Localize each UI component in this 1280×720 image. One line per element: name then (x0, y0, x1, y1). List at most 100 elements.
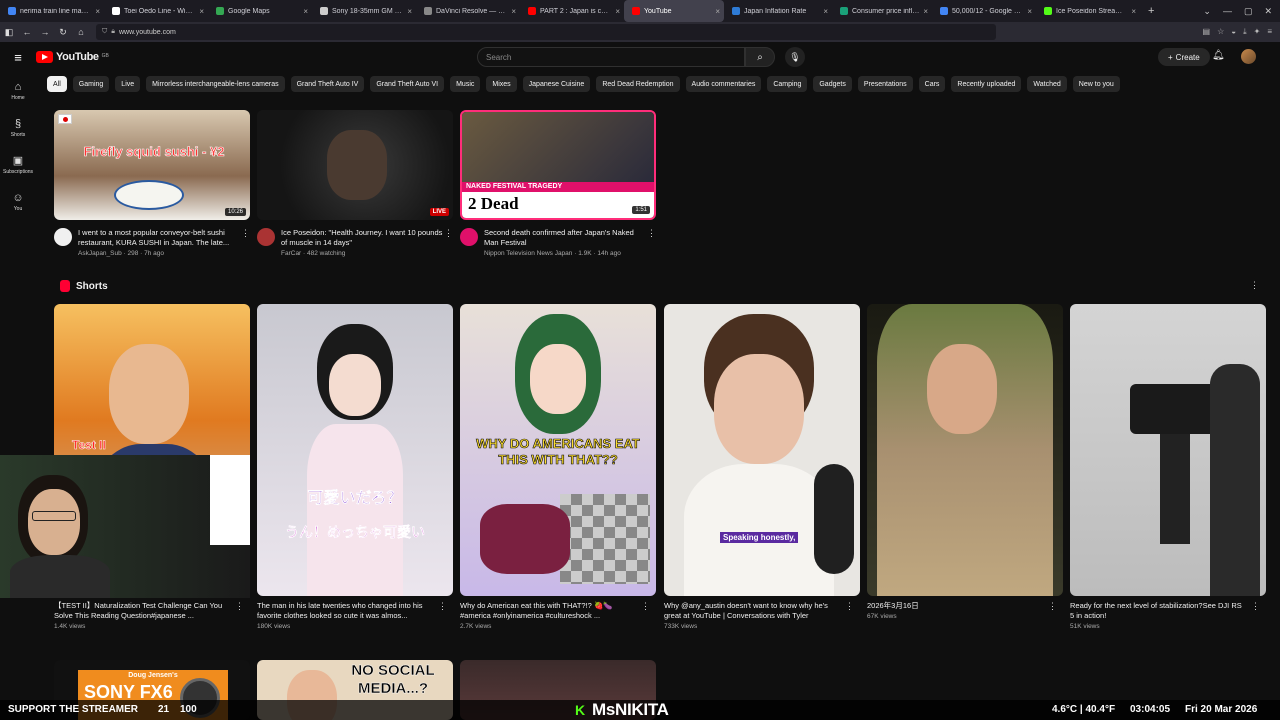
voice-search-button[interactable]: 🎙︎ (785, 47, 805, 67)
browser-tab[interactable]: Sony 18-35mm GM Lens - G × (312, 0, 416, 22)
short-thumbnail[interactable]: Speaking honestly, (664, 304, 860, 596)
shorts-more-icon[interactable]: ⋮ (1250, 280, 1259, 291)
channel-name[interactable]: Nippon Television News Japan (484, 250, 572, 257)
menu-icon[interactable]: ≡ (1267, 27, 1272, 37)
account-avatar[interactable] (1241, 49, 1256, 64)
pocket-icon[interactable]: ◒ (1231, 27, 1236, 37)
filter-chip[interactable]: Presentations (857, 76, 913, 92)
filter-chip[interactable]: Music (450, 76, 481, 92)
filter-chip[interactable]: Grand Theft Auto IV (290, 76, 365, 92)
download-icon[interactable]: ⤓ (1243, 27, 1247, 37)
more-options-icon[interactable]: ⋮ (438, 601, 447, 612)
forward-icon[interactable]: → (36, 27, 54, 37)
browser-tab[interactable]: Japan Inflation Rate × (724, 0, 832, 22)
filter-chip[interactable]: Red Dead Redemption (596, 76, 680, 92)
tab-close-icon[interactable]: × (1027, 7, 1032, 16)
sidebar-item-home[interactable]: ⌂ Home (0, 72, 36, 109)
short-title[interactable]: Why do American eat this with THAT?!? 🍓🍆… (460, 601, 632, 621)
window-control-icon[interactable]: ✕ (1264, 6, 1272, 17)
tab-close-icon[interactable]: × (407, 7, 412, 16)
video-thumbnail[interactable]: LIVE (257, 110, 453, 220)
channel-avatar[interactable] (460, 228, 478, 246)
bookmark-star-icon[interactable]: ☆ (1217, 27, 1224, 37)
sidebar-item-shorts[interactable]: § Shorts (0, 109, 36, 146)
tab-close-icon[interactable]: × (615, 7, 620, 16)
back-icon[interactable]: ← (18, 27, 36, 37)
tab-close-icon[interactable]: × (95, 7, 100, 16)
filter-chip[interactable]: Mixes (486, 76, 517, 92)
sidebar-item-you[interactable]: ☺ You (0, 183, 36, 220)
more-options-icon[interactable]: ⋮ (1251, 601, 1260, 612)
search-input[interactable]: Search (477, 47, 745, 67)
filter-chip[interactable]: All (47, 76, 67, 92)
search-button[interactable]: ⌕ (745, 47, 775, 67)
channel-name[interactable]: AskJapan_Sub (78, 250, 122, 257)
video-title[interactable]: I went to a most popular conveyor-belt s… (78, 228, 242, 248)
filter-chip[interactable]: Grand Theft Auto VI (370, 76, 445, 92)
channel-avatar[interactable] (54, 228, 72, 246)
sidebar-item-subscriptions[interactable]: ▣ Subscriptions (0, 146, 36, 183)
more-options-icon[interactable]: ⋮ (845, 601, 854, 612)
filter-chip[interactable]: New to you (1072, 76, 1120, 92)
hamburger-menu-icon[interactable]: ≡ (0, 50, 36, 65)
video-thumbnail[interactable]: Firefly squid sushi - ¥2 10:26 (54, 110, 250, 220)
filter-chip[interactable]: Mirrorless interchangeable-lens cameras (146, 76, 285, 92)
video-title[interactable]: Ice Poseidon: "Health Journey. I want 10… (281, 228, 445, 248)
more-options-icon[interactable]: ⋮ (647, 228, 656, 239)
channel-avatar[interactable] (257, 228, 275, 246)
window-control-icon[interactable]: — (1223, 6, 1232, 17)
browser-tab[interactable]: Google Maps × (208, 0, 312, 22)
shield-icon[interactable]: ⛉ (102, 28, 107, 36)
browser-tab[interactable]: YouTube × (624, 0, 724, 22)
tab-close-icon[interactable]: × (923, 7, 928, 16)
filter-chip[interactable]: Gaming (72, 76, 110, 92)
reader-icon[interactable]: ▤ (1203, 27, 1211, 37)
video-thumbnail[interactable]: NAKED FESTIVAL TRAGEDY 2 Dead 1:51 (460, 110, 656, 220)
short-title[interactable]: 2026年3月16日 (867, 601, 1039, 611)
short-title[interactable]: The man in his late twenties who changed… (257, 601, 429, 621)
tab-close-icon[interactable]: × (303, 7, 308, 16)
browser-tab[interactable]: DaVinci Resolve — MotionVF× (416, 0, 520, 22)
short-thumbnail[interactable] (867, 304, 1063, 596)
filter-chip[interactable]: Recently uploaded (951, 76, 1022, 92)
more-options-icon[interactable]: ⋮ (1048, 601, 1057, 612)
browser-tab[interactable]: Toei Ōedo Line - Wikipedia × (104, 0, 208, 22)
tab-close-icon[interactable]: × (1131, 7, 1136, 16)
tab-close-icon[interactable]: × (715, 7, 720, 16)
lock-icon[interactable]: 🔒︎ (111, 28, 115, 36)
short-thumbnail[interactable] (1070, 304, 1266, 596)
url-bar[interactable]: ⛉ 🔒︎ www.youtube.com (96, 24, 996, 40)
browser-tab[interactable]: nerima train line map - Goo × (0, 0, 104, 22)
filter-chip[interactable]: Watched (1027, 76, 1067, 92)
filter-chip[interactable]: Cars (918, 76, 946, 92)
filter-chip[interactable]: Audio commentaries (685, 76, 762, 92)
tab-close-icon[interactable]: × (823, 7, 828, 16)
tab-close-icon[interactable]: × (199, 7, 204, 16)
youtube-logo[interactable]: YouTube GB (36, 51, 109, 63)
short-title[interactable]: 【TEST II】Naturalization Test Challenge C… (54, 601, 226, 621)
browser-tab[interactable]: Ice Poseidon Stream - Watch × (1036, 0, 1140, 22)
notifications-bell-icon[interactable]: 🔔︎ (1212, 50, 1225, 61)
more-options-icon[interactable]: ⋮ (235, 601, 244, 612)
channel-name[interactable]: FarCar (281, 250, 301, 257)
extensions-icon[interactable]: ✦ (1254, 27, 1261, 37)
window-control-icon[interactable]: ⌄ (1203, 6, 1211, 17)
short-thumbnail[interactable]: 可愛いだろ？ うん！めっちゃ可愛い (257, 304, 453, 596)
sidebar-toggle-icon[interactable]: ◧ (0, 27, 18, 38)
more-options-icon[interactable]: ⋮ (641, 601, 650, 612)
browser-tab[interactable]: Consumer price inflation, UK × (832, 0, 932, 22)
filter-chip[interactable]: Japanese Cuisine (522, 76, 591, 92)
short-title[interactable]: Why @any_austin doesn't want to know why… (664, 601, 836, 621)
filter-chip[interactable]: Gadgets (813, 76, 852, 92)
filter-chip[interactable]: Live (115, 76, 141, 92)
filter-chip[interactable]: Camping (767, 76, 808, 92)
more-options-icon[interactable]: ⋮ (241, 228, 250, 239)
browser-tab[interactable]: 50,000/12 - Google Search × (932, 0, 1036, 22)
video-title[interactable]: Second death confirmed after Japan's Nak… (484, 228, 648, 248)
tab-close-icon[interactable]: × (511, 7, 516, 16)
new-tab-button[interactable]: + (1140, 5, 1154, 17)
home-icon[interactable]: ⌂ (72, 27, 90, 37)
more-options-icon[interactable]: ⋮ (444, 228, 453, 239)
short-title[interactable]: Ready for the next level of stabilizatio… (1070, 601, 1242, 621)
browser-tab[interactable]: PART 2 : Japan is currently × (520, 0, 624, 22)
